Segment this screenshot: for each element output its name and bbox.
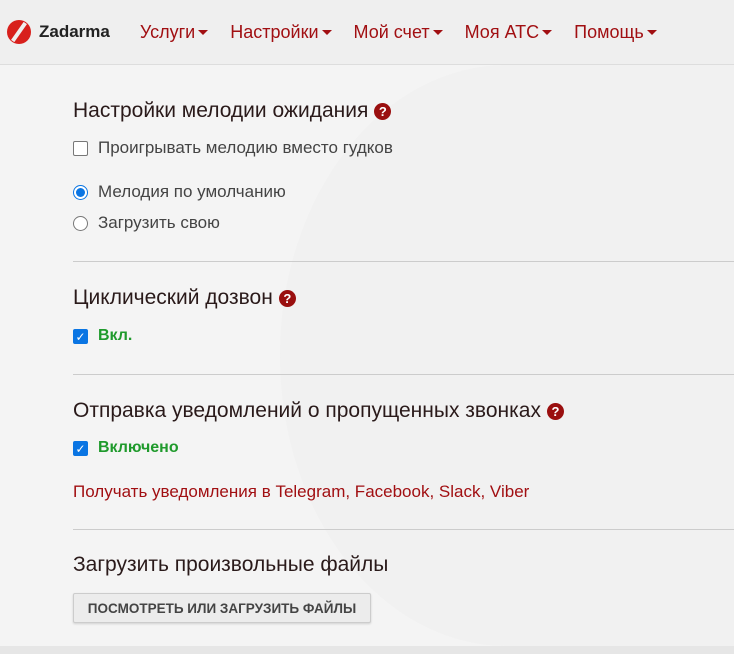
messenger-notifications-link[interactable]: Получать уведомления в Telegram, Faceboo… xyxy=(73,482,529,502)
title-text: Загрузить произвольные файлы xyxy=(73,553,389,576)
nav-label: Моя АТС xyxy=(464,21,540,42)
title-text: Настройки мелодии ожидания xyxy=(73,99,369,122)
logo[interactable]: Zadarma xyxy=(7,20,110,44)
nav-pbx[interactable]: Моя АТС xyxy=(465,22,553,43)
title-text: Отправка уведомлений о пропущенных звонк… xyxy=(73,399,541,422)
checkmark-icon[interactable]: ✓ xyxy=(73,440,88,456)
nav-services[interactable]: Услуги xyxy=(139,21,209,43)
status-label: Вкл. xyxy=(98,327,133,344)
section-title-hold-music: Настройки мелодии ожидания? xyxy=(73,99,392,123)
top-navbar: Zadarma Услуги Настройки Мой счет Моя АТ… xyxy=(0,0,734,65)
logo-text: Zadarma xyxy=(39,22,110,41)
play-instead-checkbox[interactable]: Проигрывать мелодию вместо гудков xyxy=(73,138,393,158)
divider xyxy=(73,529,734,530)
nav-help[interactable]: Помощь xyxy=(574,22,657,43)
divider xyxy=(73,374,734,375)
radio-upload-own[interactable]: Загрузить свою xyxy=(73,213,220,233)
logo-slash xyxy=(11,21,27,43)
status-label: Включено xyxy=(98,439,179,456)
help-icon[interactable]: ? xyxy=(278,289,296,307)
radio[interactable] xyxy=(73,184,88,200)
checkbox[interactable] xyxy=(73,140,88,156)
nav-label: Услуги xyxy=(139,21,196,42)
checkmark-icon[interactable]: ✓ xyxy=(73,328,88,344)
nav-settings[interactable]: Настройки xyxy=(230,21,332,43)
nav-label: Помощь xyxy=(574,21,644,42)
divider xyxy=(73,261,734,262)
bottom-bar xyxy=(0,646,734,654)
caret-down-icon xyxy=(646,29,657,35)
section-title-missed-calls: Отправка уведомлений о пропущенных звонк… xyxy=(73,399,564,423)
radio[interactable] xyxy=(73,215,88,231)
section-title-cyclic: Циклический дозвон? xyxy=(73,286,296,310)
caret-down-icon xyxy=(198,29,209,35)
zadarma-logo-icon xyxy=(7,20,31,44)
missed-calls-checkbox[interactable]: ✓ Включено xyxy=(73,439,179,457)
view-upload-files-button[interactable]: ПОСМОТРЕТЬ ИЛИ ЗАГРУЗИТЬ ФАЙЛЫ xyxy=(73,593,371,623)
radio-label: Загрузить свою xyxy=(98,213,220,232)
cyclic-checkbox[interactable]: ✓ Вкл. xyxy=(73,327,132,345)
main-nav: Услуги Настройки Мой счет Моя АТС Помощь xyxy=(140,22,679,43)
help-icon[interactable]: ? xyxy=(374,102,392,120)
caret-down-icon xyxy=(542,29,553,35)
caret-down-icon xyxy=(432,29,443,35)
nav-label: Мой счет xyxy=(353,21,430,42)
help-icon[interactable]: ? xyxy=(546,402,564,420)
caret-down-icon xyxy=(321,29,332,35)
checkbox-label: Проигрывать мелодию вместо гудков xyxy=(98,138,393,157)
title-text: Циклический дозвон xyxy=(73,286,273,309)
nav-label: Настройки xyxy=(230,21,319,42)
radio-default-melody[interactable]: Мелодия по умолчанию xyxy=(73,182,286,202)
section-title-files: Загрузить произвольные файлы xyxy=(73,553,388,577)
nav-account[interactable]: Мой счет xyxy=(354,22,443,43)
radio-label: Мелодия по умолчанию xyxy=(98,182,286,201)
